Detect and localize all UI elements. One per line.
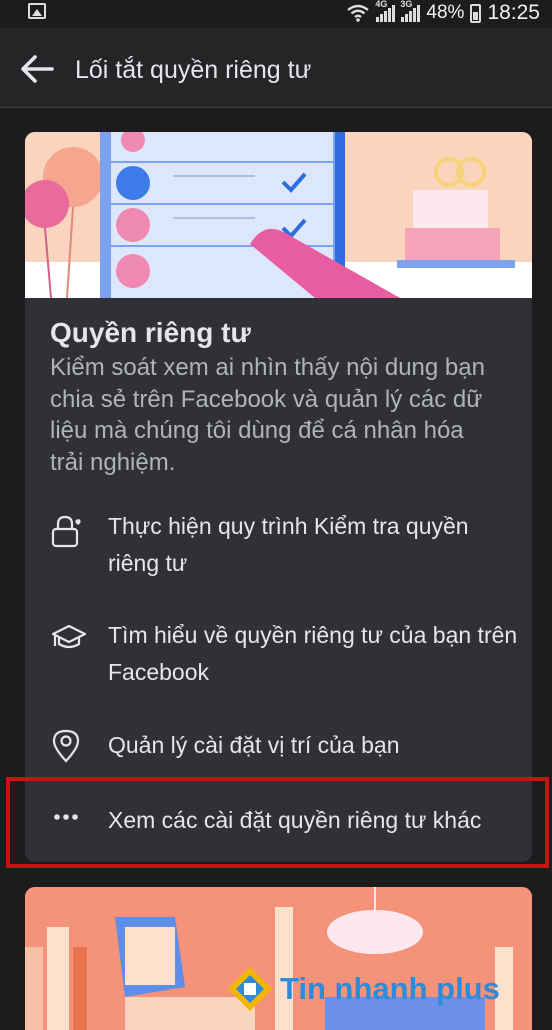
- page-title: Lối tắt quyền riêng tư: [75, 56, 312, 84]
- battery-percent: 48%: [426, 2, 465, 23]
- wifi-icon: [347, 4, 370, 22]
- graduation-cap-icon: [51, 622, 87, 654]
- lock-heart-icon: [51, 514, 81, 548]
- privacy-checkup-option[interactable]: Thực hiện quy trình Kiểm tra quyền riêng…: [25, 508, 532, 588]
- network-type-1: 4G: [375, 0, 388, 9]
- watermark-text: Tin nhanh plus: [280, 971, 500, 1006]
- learn-privacy-label: Tìm hiểu về quyền riêng tư của bạn trên …: [108, 622, 518, 685]
- app-header: Lối tắt quyền riêng tư: [0, 28, 552, 108]
- card-description: Kiểm soát xem ai nhìn thấy nội dung bạn …: [50, 354, 485, 476]
- network-type-2: 3G: [400, 0, 413, 9]
- card-title: Quyền riêng tư: [50, 317, 251, 348]
- back-button[interactable]: [18, 50, 56, 88]
- battery-icon: [470, 3, 482, 23]
- privacy-card: Quyền riêng tư Kiểm soát xem ai nhìn thấ…: [25, 132, 532, 862]
- illustration-art: [25, 132, 532, 298]
- watermark: Tin nhanh plus: [226, 965, 500, 1013]
- gallery-notification-icon: [28, 3, 46, 19]
- status-bar: 4G 3G 48% 18:25: [0, 0, 552, 28]
- learn-privacy-option[interactable]: Tìm hiểu về quyền riêng tư của bạn trên …: [25, 617, 532, 697]
- location-pin-icon: [51, 729, 81, 763]
- tin-nhanh-plus-logo: [228, 967, 272, 1011]
- signal-2-icon: 3G: [400, 0, 421, 22]
- highlight-annotation: [6, 777, 549, 868]
- back-arrow-icon: [21, 55, 54, 83]
- location-settings-option[interactable]: Quản lý cài đặt vị trí của bạn: [25, 727, 532, 777]
- privacy-illustration: [25, 132, 532, 298]
- clock: 18:25: [487, 1, 540, 24]
- signal-1-icon: 4G: [375, 0, 396, 22]
- privacy-checkup-label: Thực hiện quy trình Kiểm tra quyền riêng…: [108, 513, 469, 576]
- location-settings-label: Quản lý cài đặt vị trí của bạn: [108, 732, 400, 758]
